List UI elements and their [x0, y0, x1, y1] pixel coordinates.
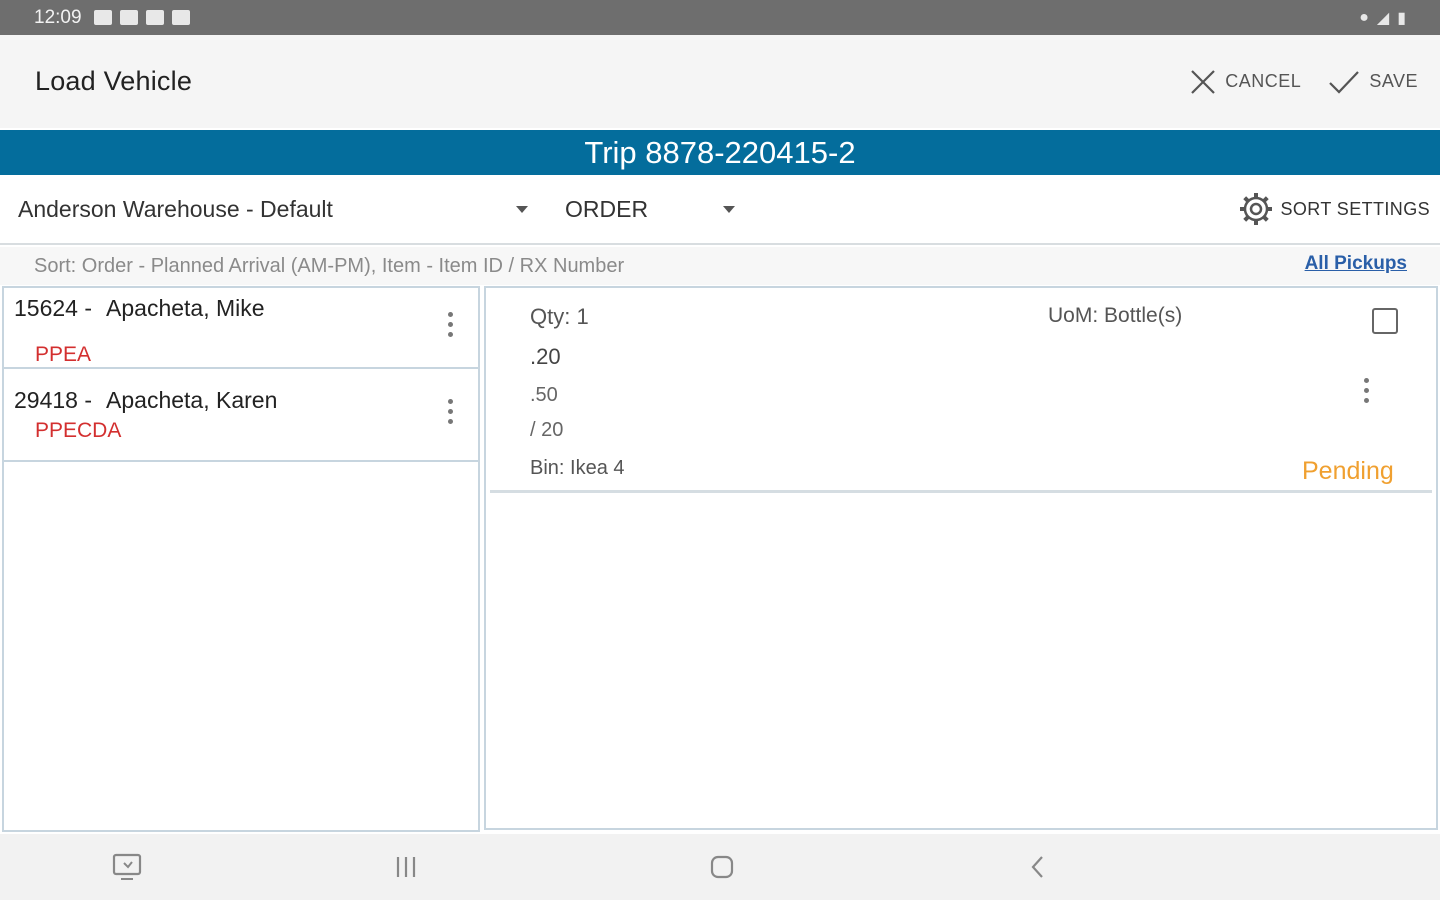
- image-icon: [171, 10, 190, 25]
- status-badge: Pending: [1302, 457, 1394, 485]
- app-actions: CANCEL SAVE: [1189, 68, 1418, 96]
- close-icon: [1191, 69, 1216, 94]
- item-loaded-checkbox[interactable]: [1372, 308, 1398, 334]
- order-id: 29418 -: [14, 387, 93, 413]
- dropdown-arrow-icon: [516, 205, 528, 213]
- warehouse-dropdown[interactable]: Anderson Warehouse - Default: [18, 196, 528, 223]
- save-button[interactable]: SAVE: [1327, 68, 1418, 96]
- order-code: PPEA: [35, 343, 92, 366]
- order-heading: 15624 - Apacheta, Mike: [14, 295, 265, 322]
- order-code: PPECDA: [35, 419, 122, 442]
- notification-icon: [119, 10, 138, 25]
- customer-name: Apacheta, Mike: [106, 295, 265, 321]
- dropdown-arrow-icon: [723, 205, 735, 213]
- home-icon[interactable]: [708, 853, 736, 881]
- page-title: Load Vehicle: [35, 66, 193, 96]
- status-bar: 12:09 ● ◢ ▮: [0, 0, 1440, 35]
- sort-settings-label: SORT SETTINGS: [1280, 198, 1430, 219]
- back-icon[interactable]: [1026, 853, 1050, 881]
- system-nav-bar: [0, 834, 1440, 900]
- order-type-selected: ORDER: [565, 195, 649, 222]
- status-time: 12:09: [34, 6, 82, 28]
- battery-icon: ▮: [1397, 9, 1406, 27]
- cancel-button[interactable]: CANCEL: [1189, 68, 1301, 96]
- item-uom: UoM: Bottle(s): [1048, 304, 1183, 327]
- item-detail-line: .20: [530, 344, 561, 369]
- sort-description: Sort: Order - Planned Arrival (AM-PM), I…: [34, 254, 625, 277]
- location-icon: ●: [1359, 8, 1369, 26]
- orders-list: 15624 - Apacheta, Mike PPEA 29418 - Apac…: [2, 286, 480, 832]
- filter-row: Anderson Warehouse - Default ORDER SORT …: [0, 175, 1440, 245]
- item-quantity: Qty: 1: [530, 304, 589, 329]
- item-detail-panel: Qty: 1 .20 .50 / 20 Bin: Ikea 4 UoM: Bot…: [484, 286, 1438, 830]
- app-bar: Load Vehicle CANCEL SAVE: [0, 35, 1440, 128]
- trip-header: Trip 8878-220415-2: [0, 130, 1440, 175]
- sort-settings-button[interactable]: SORT SETTINGS: [1238, 191, 1430, 227]
- screenshot-icon[interactable]: [112, 853, 142, 881]
- list-item[interactable]: 15624 - Apacheta, Mike PPEA: [4, 288, 478, 369]
- order-heading: 29418 - Apacheta, Karen: [14, 387, 277, 414]
- item-detail-line: .50: [530, 384, 558, 406]
- check-icon: [1329, 70, 1360, 94]
- list-item[interactable]: 29418 - Apacheta, Karen PPECDA: [4, 369, 478, 462]
- signal-icon: ◢: [1376, 9, 1390, 27]
- warehouse-selected: Anderson Warehouse - Default: [18, 195, 333, 222]
- item-card: Qty: 1 .20 .50 / 20 Bin: Ikea 4 UoM: Bot…: [490, 288, 1432, 493]
- more-vert-icon[interactable]: [1364, 378, 1370, 403]
- item-bin: Bin: Ikea 4: [530, 457, 625, 479]
- trip-title: Trip 8878-220415-2: [584, 134, 856, 170]
- recent-apps-icon[interactable]: [394, 853, 418, 881]
- order-id: 15624 -: [14, 295, 93, 321]
- status-indicators: ● ◢ ▮: [1359, 8, 1406, 28]
- more-vert-icon[interactable]: [448, 399, 454, 424]
- notification-icon: [93, 10, 112, 25]
- notification-icon: [145, 10, 164, 25]
- save-label: SAVE: [1369, 71, 1418, 91]
- item-detail-line: / 20: [530, 419, 564, 441]
- sort-description-row: Sort: Order - Planned Arrival (AM-PM), I…: [0, 247, 1440, 285]
- more-vert-icon[interactable]: [448, 312, 454, 337]
- gear-icon: [1240, 193, 1273, 225]
- all-pickups-link[interactable]: All Pickups: [1305, 253, 1407, 275]
- customer-name: Apacheta, Karen: [106, 387, 278, 413]
- order-type-dropdown[interactable]: ORDER: [565, 196, 735, 223]
- cancel-label: CANCEL: [1225, 71, 1302, 91]
